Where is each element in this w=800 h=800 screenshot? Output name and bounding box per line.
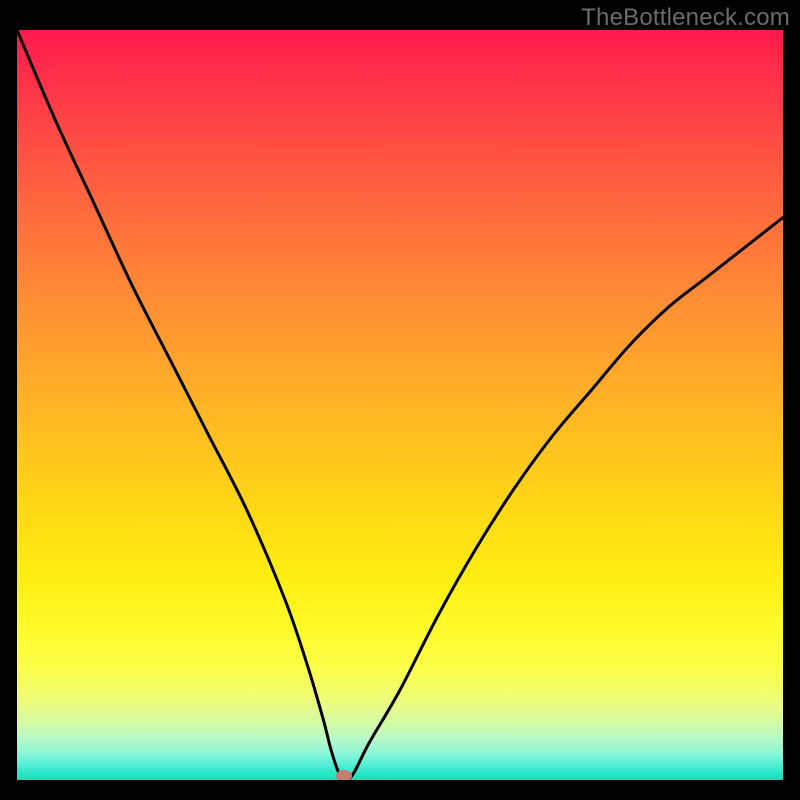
plot-area <box>17 30 783 780</box>
watermark-text: TheBottleneck.com <box>581 4 790 32</box>
bottleneck-curve <box>17 30 783 780</box>
curve-svg <box>17 30 783 780</box>
chart-frame: TheBottleneck.com <box>0 0 800 800</box>
optimal-point-marker <box>336 770 352 780</box>
